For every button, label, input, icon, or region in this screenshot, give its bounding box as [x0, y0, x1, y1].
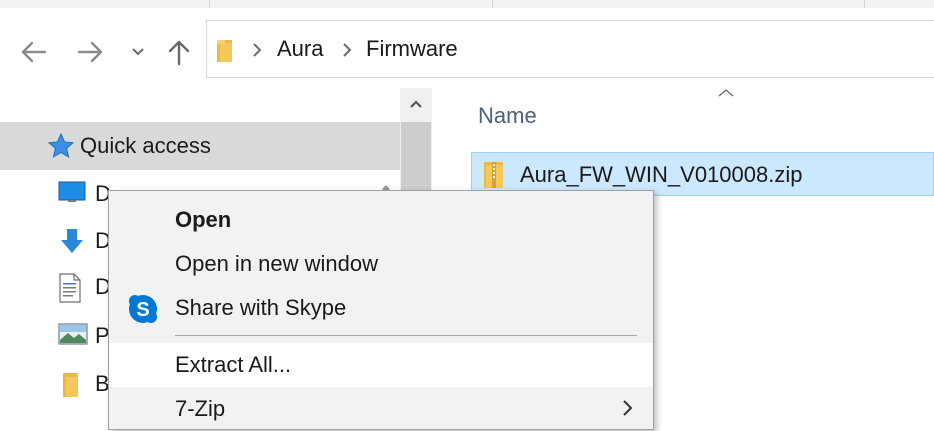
- column-header-name[interactable]: Name: [478, 103, 537, 129]
- back-button[interactable]: [17, 36, 49, 68]
- arrow-up-icon: [168, 40, 190, 66]
- breadcrumb-aura[interactable]: Aura: [277, 36, 323, 62]
- file-name: Aura_FW_WIN_V010008.zip: [520, 162, 803, 187]
- chevron-right-icon: [623, 400, 633, 416]
- document-icon: [59, 273, 81, 303]
- ribbon-divider: [864, 0, 865, 8]
- ribbon-divider: [492, 0, 493, 8]
- svg-text:S: S: [136, 299, 149, 321]
- menu-item-open-in-new-window[interactable]: Open in new window: [109, 242, 653, 286]
- skype-icon: S: [129, 295, 157, 323]
- chevron-right-icon: [253, 43, 262, 57]
- menu-item-label: Open: [175, 207, 232, 232]
- menu-item-label: 7-Zip: [175, 396, 226, 421]
- menu-item-open[interactable]: Open: [109, 198, 653, 242]
- arrow-right-icon: [77, 41, 103, 63]
- sort-ascending-icon: [718, 89, 734, 97]
- download-icon: [61, 229, 83, 253]
- menu-item-label: Extract All...: [175, 352, 292, 377]
- navigation-bar: Aura Firmware: [0, 8, 934, 88]
- recent-locations-button[interactable]: [124, 36, 152, 68]
- menu-item-share-with-skype[interactable]: S Share with Skype: [109, 286, 653, 330]
- chevron-up-icon: [410, 100, 422, 108]
- star-icon: [47, 132, 75, 159]
- chevron-down-icon: [132, 48, 144, 56]
- breadcrumb-firmware[interactable]: Firmware: [366, 36, 458, 62]
- menu-item-extract-all[interactable]: Extract All...: [109, 343, 653, 387]
- up-button[interactable]: [163, 36, 195, 68]
- context-menu: Open Open in new window S Share with Sky…: [108, 190, 654, 430]
- sidebar-item-label: Quick access: [80, 133, 211, 158]
- address-bar[interactable]: Aura Firmware: [206, 20, 934, 78]
- ribbon-divider: [209, 0, 210, 8]
- menu-separator: [175, 335, 637, 336]
- chevron-right-icon: [343, 43, 352, 57]
- folder-icon: [63, 373, 78, 397]
- sidebar-item-quick-access[interactable]: Quick access: [0, 122, 400, 170]
- desktop-icon: [58, 181, 86, 202]
- pictures-icon: [58, 323, 88, 345]
- scroll-up-button[interactable]: [400, 88, 432, 120]
- menu-item-7-zip[interactable]: 7-Zip: [109, 387, 653, 431]
- menu-item-label: Share with Skype: [175, 295, 347, 320]
- forward-button[interactable]: [75, 36, 107, 68]
- zip-folder-icon: [484, 162, 503, 188]
- folder-icon: [217, 40, 232, 62]
- menu-item-label: Open in new window: [175, 251, 379, 276]
- arrow-left-icon: [21, 41, 47, 63]
